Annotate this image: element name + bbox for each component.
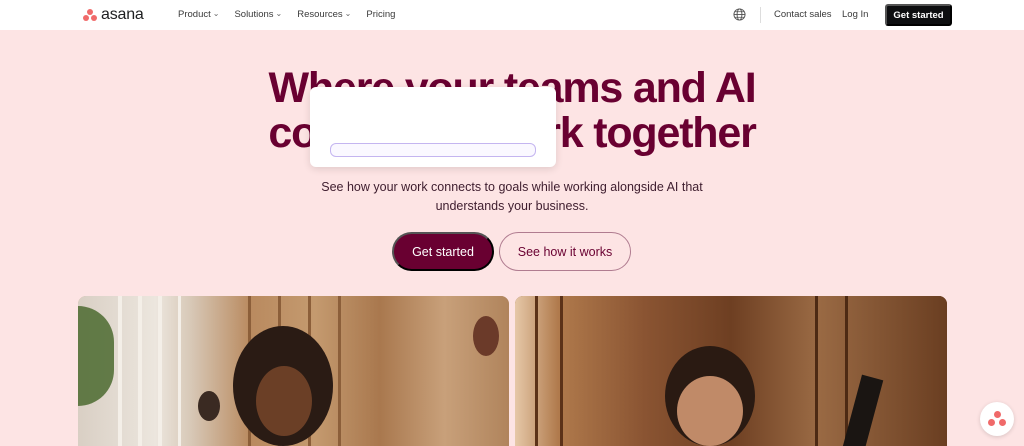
hero-subtitle: See how your work connects to goals whil… bbox=[312, 178, 712, 216]
chevron-down-icon: ⌄ bbox=[344, 9, 352, 18]
see-how-it-works-button[interactable]: See how it works bbox=[499, 232, 631, 271]
hero-image-left bbox=[78, 296, 509, 446]
asana-chat-icon[interactable] bbox=[980, 402, 1014, 436]
hero-subtitle-line1: See how your work connects to goals whil… bbox=[321, 180, 703, 194]
app-preview-input bbox=[330, 143, 536, 157]
nav-get-started-button[interactable]: Get started bbox=[885, 4, 952, 26]
hero-subtitle-line2: understands your business. bbox=[435, 199, 589, 213]
contact-sales-link[interactable]: Contact sales bbox=[774, 9, 832, 20]
login-link[interactable]: Log In bbox=[842, 9, 868, 20]
asana-logo-icon bbox=[83, 9, 97, 21]
globe-icon[interactable] bbox=[733, 8, 746, 21]
hero-get-started-button[interactable]: Get started bbox=[392, 232, 494, 271]
nav-pricing[interactable]: Pricing bbox=[366, 9, 395, 20]
nav-solutions[interactable]: Solutions ⌄ bbox=[234, 9, 282, 20]
nav-resources[interactable]: Resources ⌄ bbox=[297, 9, 351, 20]
nav-product-label: Product bbox=[178, 9, 211, 20]
nav-solutions-label: Solutions bbox=[234, 9, 274, 20]
nav-resources-label: Resources bbox=[297, 9, 343, 20]
app-preview-card bbox=[310, 87, 556, 167]
main-nav: Product ⌄ Solutions ⌄ Resources ⌄ Pricin… bbox=[178, 9, 395, 20]
nav-pricing-label: Pricing bbox=[366, 9, 396, 20]
logo-text: asana bbox=[101, 6, 144, 23]
chevron-down-icon: ⌄ bbox=[212, 9, 220, 18]
top-nav: asana Product ⌄ Solutions ⌄ Resources ⌄ … bbox=[0, 0, 1024, 30]
asana-logo[interactable]: asana bbox=[83, 6, 144, 24]
hero-image-right bbox=[515, 296, 947, 446]
nav-divider bbox=[760, 7, 761, 23]
chevron-down-icon: ⌄ bbox=[275, 9, 283, 18]
nav-product[interactable]: Product ⌄ bbox=[178, 9, 219, 20]
